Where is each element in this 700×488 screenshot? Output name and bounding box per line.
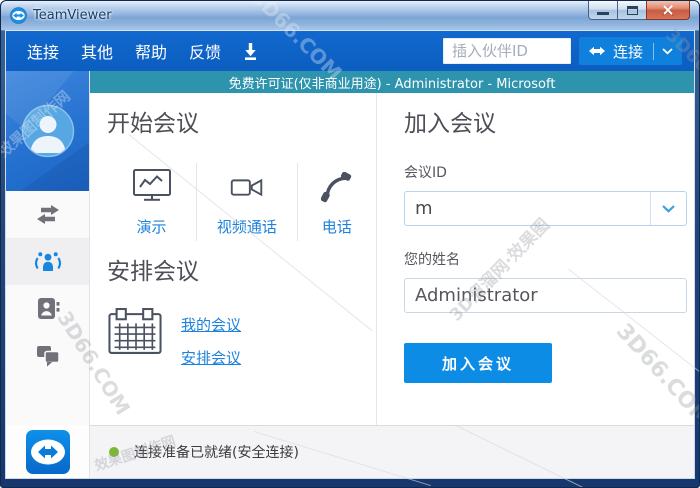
connect-button-label: 连接 (612, 42, 643, 61)
license-text: 免费许可证(仅非商业用途) - Administrator - Microsof… (228, 76, 556, 92)
teamviewer-app-icon[interactable] (10, 7, 27, 24)
connect-arrows-icon (588, 46, 605, 56)
app-window: TeamViewer 连接 其他 帮助 反馈 插入伙伴ID 连接 免费许可证(仅… (0, 0, 700, 488)
maximize-icon (626, 5, 638, 15)
contacts-icon (37, 298, 59, 319)
window-title: TeamViewer (33, 8, 112, 23)
download-button[interactable] (242, 42, 259, 61)
sidebar-item-meeting[interactable] (6, 238, 89, 285)
action-label: 演示 (136, 218, 167, 236)
close-icon (662, 4, 674, 16)
meeting-actions: 演示 视频通话 电话 (107, 163, 376, 241)
meeting-id-label: 会议ID (404, 165, 447, 181)
partner-id-input[interactable] (442, 38, 571, 64)
window-controls (588, 1, 690, 20)
sidebar-item-contacts[interactable] (6, 285, 89, 332)
menu-connect[interactable]: 连接 (27, 39, 59, 63)
action-phone[interactable]: 电话 (296, 163, 376, 241)
sidebar-item-chat[interactable] (6, 332, 89, 379)
schedule-meeting-title: 安排会议 (107, 259, 199, 285)
phone-icon (321, 163, 352, 203)
video-call-icon (227, 163, 267, 203)
maximize-button[interactable] (618, 1, 646, 20)
action-label: 电话 (321, 218, 352, 236)
connection-status-text: 连接准备已就绪(安全连接) (134, 445, 299, 461)
license-bar: 免费许可证(仅非商业用途) - Administrator - Microsof… (90, 71, 694, 93)
connect-button[interactable]: 连接 (578, 37, 682, 65)
sidebar (6, 71, 90, 478)
menu-feedback[interactable]: 反馈 (189, 39, 221, 63)
action-label: 视频通话 (216, 218, 277, 236)
account-avatar[interactable] (6, 71, 89, 191)
window-body: 连接 其他 帮助 反馈 连接 (6, 31, 694, 478)
minimize-icon (597, 12, 609, 15)
titlebar: TeamViewer (1, 1, 699, 31)
join-meeting-title: 加入会议 (404, 111, 496, 137)
sidebar-item-remote-control[interactable] (6, 191, 89, 238)
chevron-down-icon[interactable] (662, 47, 673, 55)
your-name-input[interactable] (404, 278, 687, 313)
my-meetings-link[interactable]: 我的会议 (181, 314, 241, 335)
button-divider (653, 42, 654, 60)
main-area: 免费许可证(仅非商业用途) - Administrator - Microsof… (90, 71, 694, 478)
calendar-icon (107, 307, 163, 359)
start-meeting-title: 开始会议 (107, 111, 199, 137)
close-button[interactable] (646, 1, 690, 20)
chevron-down-icon (662, 204, 675, 213)
start-meeting-panel: 开始会议 演示 视频通话 电话 安排会议 我的会议 安排会议 (90, 93, 376, 425)
menu-help[interactable]: 帮助 (135, 39, 167, 63)
teamviewer-logo (6, 425, 89, 478)
remote-control-icon (36, 205, 59, 224)
schedule-row: 我的会议 安排会议 (107, 307, 376, 368)
meeting-id-input[interactable] (405, 192, 650, 225)
connection-status-dot (109, 447, 119, 457)
schedule-meeting-link[interactable]: 安排会议 (181, 347, 241, 368)
chat-icon (36, 346, 60, 367)
presentation-icon (131, 163, 173, 203)
meeting-id-combobox (404, 191, 687, 226)
action-video-call[interactable]: 视频通话 (196, 163, 297, 241)
download-icon (245, 42, 257, 60)
menu-extras[interactable]: 其他 (81, 39, 113, 63)
join-meeting-panel: 加入会议 会议ID 您的姓名 加入会议 (376, 93, 699, 425)
your-name-label: 您的姓名 (404, 252, 460, 268)
menubar: 连接 其他 帮助 反馈 连接 (6, 31, 694, 71)
minimize-button[interactable] (588, 1, 618, 20)
meeting-id-dropdown-button[interactable] (650, 192, 686, 225)
status-bar: 连接准备已就绪(安全连接) (90, 425, 694, 478)
action-presentation[interactable]: 演示 (107, 163, 196, 241)
meeting-icon (34, 252, 61, 271)
teamviewer-logo-icon (25, 429, 70, 474)
join-meeting-button[interactable]: 加入会议 (404, 343, 552, 383)
